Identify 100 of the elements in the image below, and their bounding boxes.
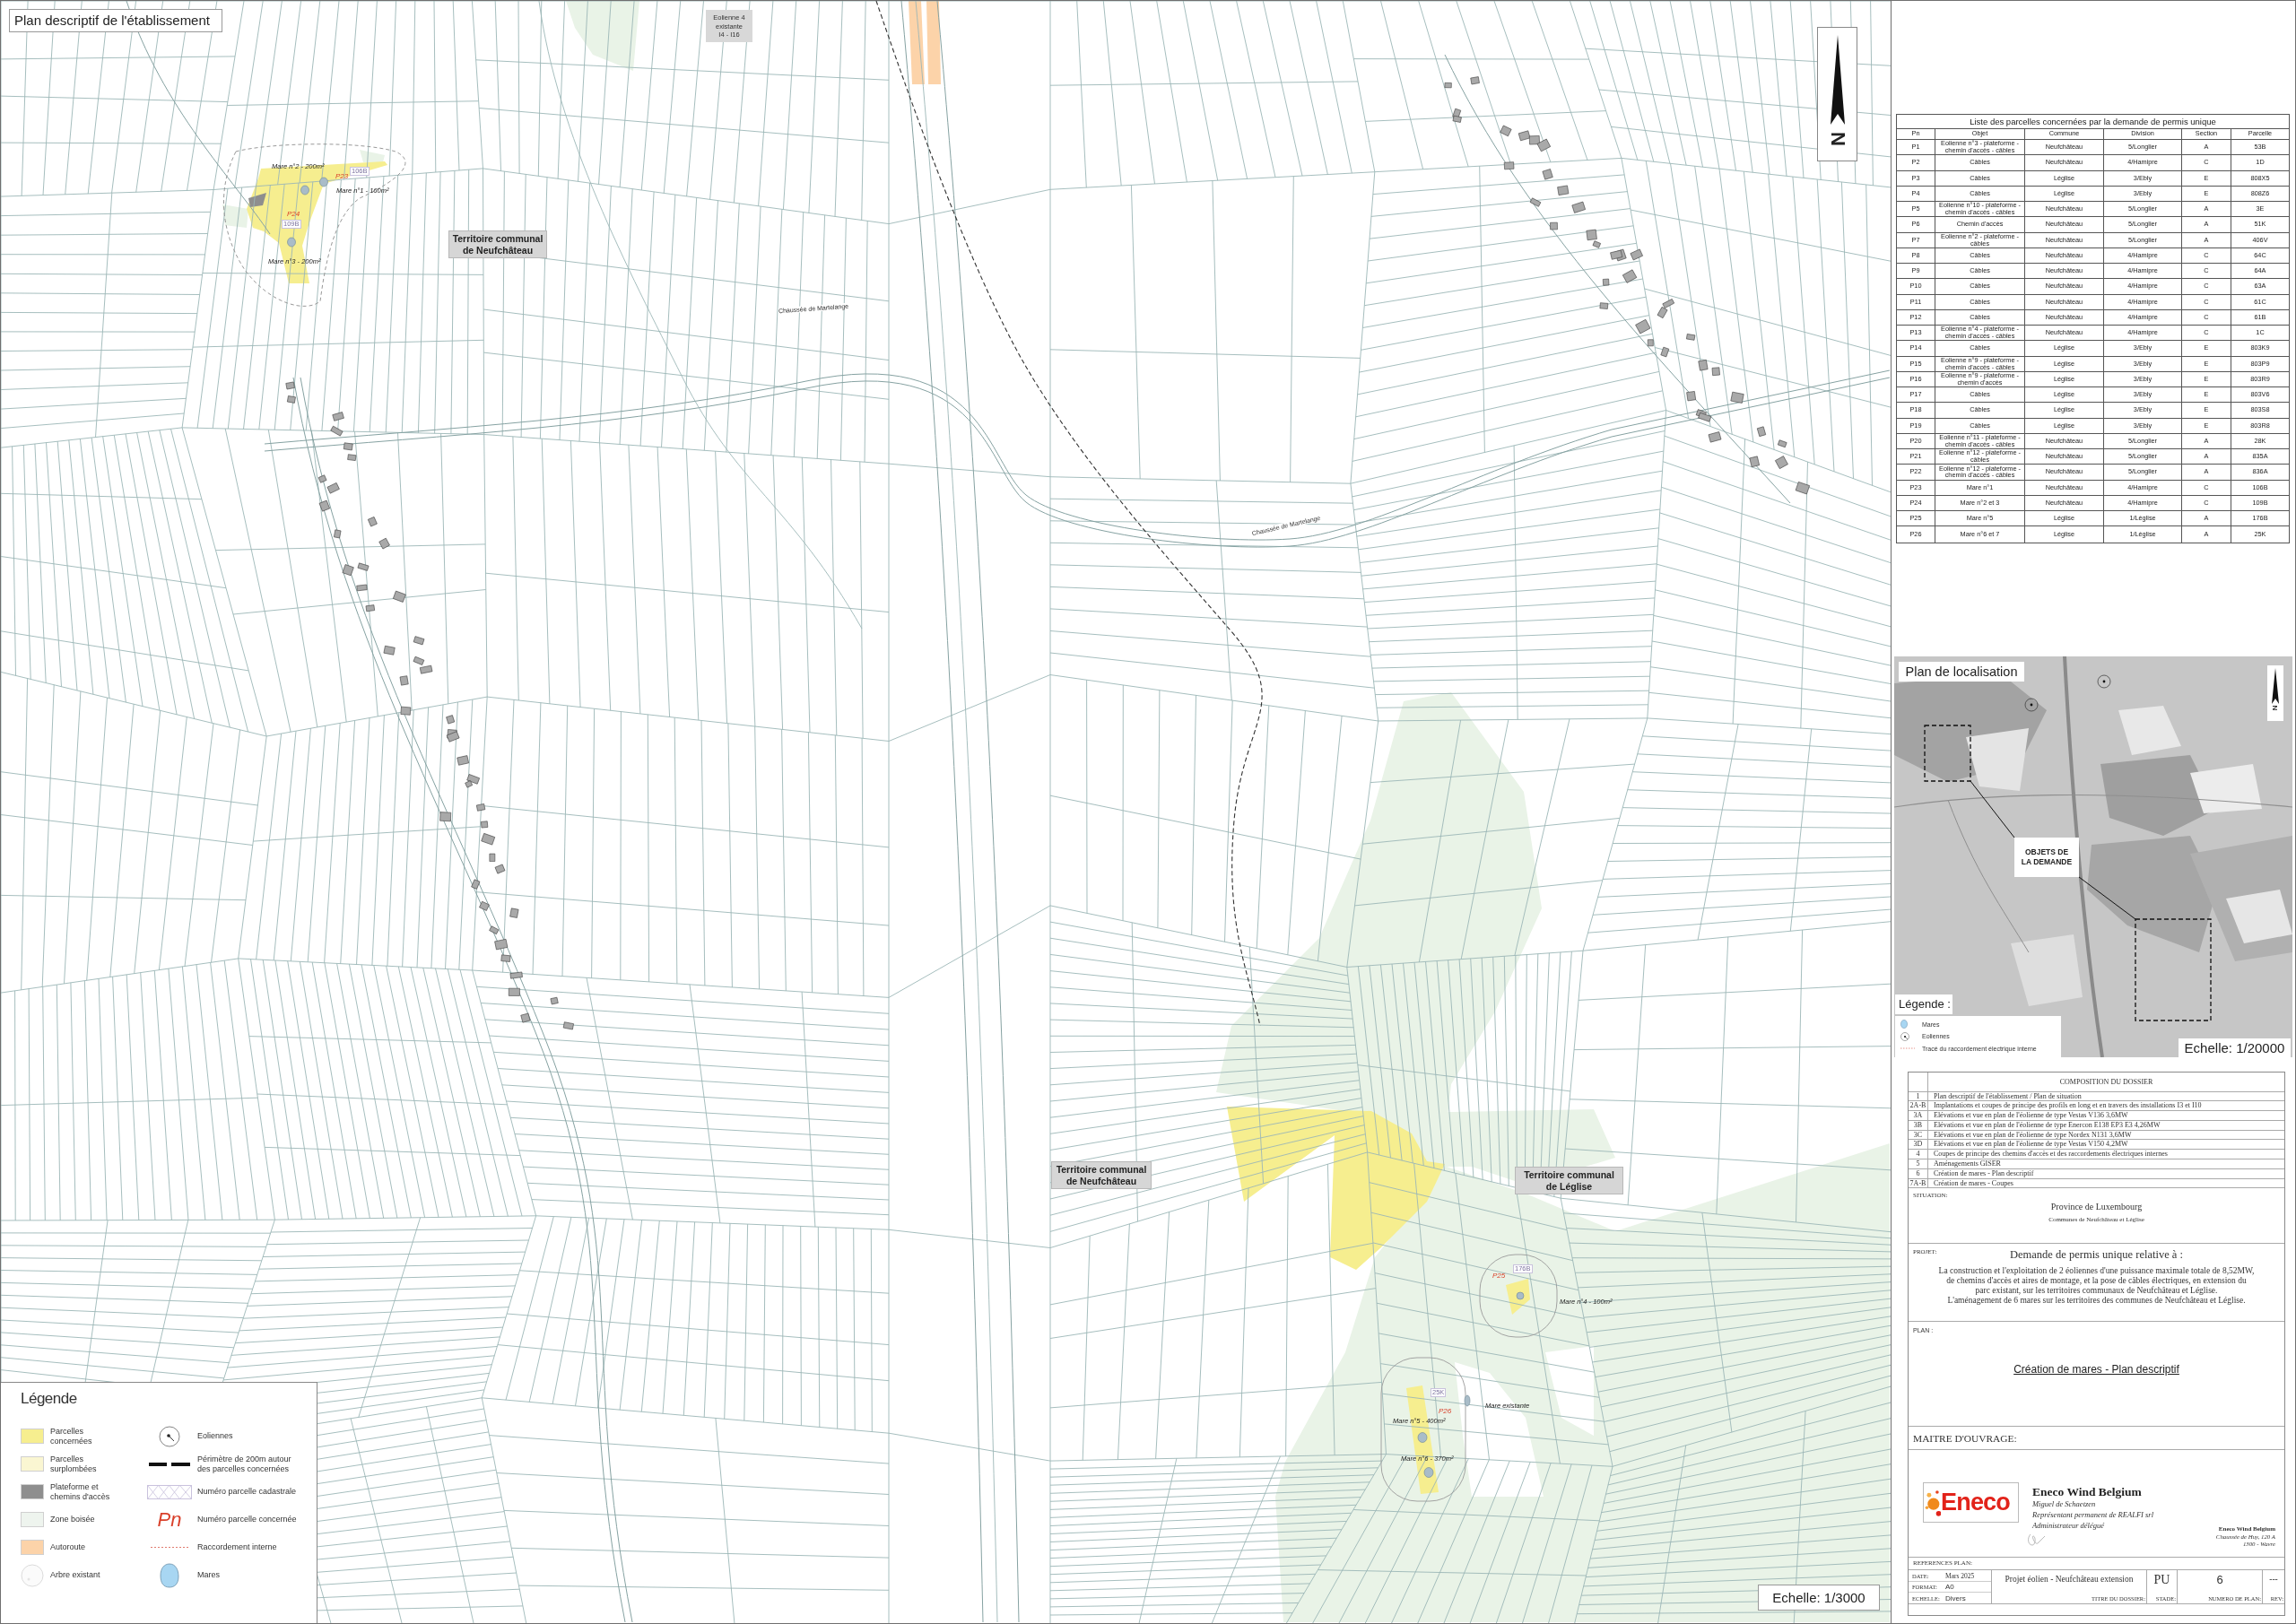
legend-label: Raccordement interne <box>197 1542 277 1552</box>
building-footprint <box>1470 76 1480 85</box>
building-footprint <box>476 803 486 812</box>
building-footprint <box>1599 302 1609 309</box>
signatory-name: Miguel de Schaetzen <box>2032 1498 2097 1510</box>
dotted-line-icon <box>1900 1047 1915 1050</box>
building-footprint <box>317 474 327 483</box>
building-footprint <box>1686 391 1696 402</box>
building-footprint <box>1503 161 1515 170</box>
legend-label: Plateforme et chemins d'accès <box>50 1481 110 1502</box>
building-footprint <box>400 706 412 716</box>
territory-label: Territoire communal de Neufchâteau <box>1051 1161 1152 1189</box>
document-title: Aménagements GISER <box>1933 1159 2002 1168</box>
building-footprint <box>500 954 511 962</box>
building-footprint <box>1657 307 1668 318</box>
building-footprint <box>471 879 481 890</box>
pond-icon <box>1423 1467 1434 1478</box>
pond-icon <box>160 1562 179 1588</box>
scale-label: Echelle: 1/3000 <box>1758 1585 1880 1611</box>
legend-label: Eoliennes <box>197 1431 233 1441</box>
document-title: Implantations et coupes de principe des profils en long et en travers des installations I3 et I10 <box>1933 1101 2203 1111</box>
building-footprint <box>285 381 295 390</box>
building-footprint <box>1635 319 1651 334</box>
logo-text: Eneco <box>1941 1489 2011 1517</box>
document-number: 6 <box>1909 1168 1928 1178</box>
signatory-role: Représentant permanent de REALFI srl <box>2032 1509 2154 1521</box>
building-footprint <box>439 812 452 822</box>
document-title: Elévations et vue en plan de l'éolienne de type Enercon E138 EP3 E3 4,26MW <box>1933 1120 2161 1130</box>
area-outline <box>1924 724 1971 782</box>
legend-label: Numéro parcelle concernée <box>197 1515 297 1524</box>
building-footprint <box>1698 360 1709 371</box>
building-footprint <box>367 517 378 527</box>
format-value: A0 <box>1945 1582 1954 1591</box>
legend-label: Zone boisée <box>50 1515 95 1524</box>
access-platform-area <box>248 193 266 207</box>
building-footprint <box>413 656 425 665</box>
revision-value: --- <box>2269 1574 2278 1586</box>
tree-icon <box>21 1563 44 1587</box>
parcel-number-label: P25 <box>1492 1271 1506 1280</box>
building-footprint <box>1711 367 1720 376</box>
province-text: Province de Luxembourg <box>2050 1201 2143 1213</box>
building-footprint <box>1557 185 1570 195</box>
building-footprint <box>287 395 296 404</box>
building-footprint <box>1775 456 1788 469</box>
forest-area <box>222 204 248 228</box>
building-footprint <box>330 425 344 437</box>
pond-icon <box>1464 1394 1471 1407</box>
document-number: 1 <box>1909 1091 1928 1101</box>
legend-label: Mares <box>197 1570 220 1580</box>
building-footprint <box>1500 125 1512 137</box>
project-description: La construction et l'exploitation de 2 éoliennes d'une puissance maximale totale de 8,52MW, de chemins d'accès et aires de montage, et la pose de câbles électriques, en extension du parc existant, sur les territoires communaux de Neufchâteau et Léglise. L'aménagement de 6 mares sur les territoires des communes de Neufchâteau et Léglise. <box>1938 1266 2255 1307</box>
parcel-number-label: P26 <box>1439 1406 1452 1415</box>
building-footprint <box>383 645 396 656</box>
document-title: Coupes de principe des chemins d'accès et des raccordements électriques internes <box>1933 1150 2169 1159</box>
legend-label: Parcelles surplombées <box>50 1454 97 1474</box>
building-footprint <box>550 996 559 1005</box>
building-footprint <box>1647 339 1654 347</box>
document-title: Plan descriptif de l'établissement / Plan de situation <box>1933 1091 2083 1101</box>
building-footprint <box>446 715 456 725</box>
building-footprint <box>481 821 489 829</box>
signature-drawing <box>2027 1533 2047 1548</box>
building-footprint <box>1518 130 1531 142</box>
building-footprint <box>1730 391 1744 404</box>
building-footprint <box>494 939 509 951</box>
parcel-area <box>1506 1279 1530 1315</box>
document-title: Création de mares - Plan descriptif <box>1933 1168 2035 1178</box>
building-footprint <box>356 584 368 592</box>
turbine-icon <box>2097 674 2111 688</box>
scale-label: Echelle: 1/20000 <box>2179 1038 2291 1057</box>
building-footprint <box>481 833 496 846</box>
dots-icon <box>1925 1488 1941 1518</box>
building-footprint <box>489 925 500 934</box>
building-footprint <box>365 604 375 612</box>
building-footprint <box>378 537 390 550</box>
building-footprint <box>1749 456 1760 467</box>
pond-icon <box>319 177 328 187</box>
building-footprint <box>494 864 506 874</box>
pond-icon <box>287 237 296 248</box>
building-footprint <box>1698 412 1712 422</box>
location-plan-title: Plan de localisation <box>1899 661 2024 682</box>
dossier-title: Projet éolien - Neufchâteau extension <box>2005 1574 2134 1586</box>
building-footprint <box>1660 346 1670 358</box>
leader-line <box>2078 876 2136 919</box>
plan-title: Création de mares - Plan descriptif <box>2013 1363 2179 1376</box>
building-footprint <box>562 1021 574 1030</box>
document-title: Création de mares - Coupes <box>1933 1178 2014 1188</box>
building-footprint <box>479 900 490 911</box>
leader-line <box>1970 780 2015 838</box>
building-footprint <box>1708 431 1722 443</box>
building-footprint <box>413 636 425 646</box>
territory-label: Territoire communal de Léglise <box>1515 1167 1623 1194</box>
callout-label: OBJETS DE LA DEMANDE <box>2014 837 2079 877</box>
building-footprint <box>509 971 523 979</box>
legend-label: Arbre existant <box>50 1570 100 1580</box>
building-footprint <box>1686 334 1696 341</box>
pond-icon <box>1417 1432 1428 1443</box>
building-footprint <box>318 499 330 512</box>
parcel-number-symbol: Pn <box>156 1508 183 1531</box>
turbine-icon <box>1900 1031 1909 1041</box>
scale-value: Divers <box>1945 1594 1966 1602</box>
